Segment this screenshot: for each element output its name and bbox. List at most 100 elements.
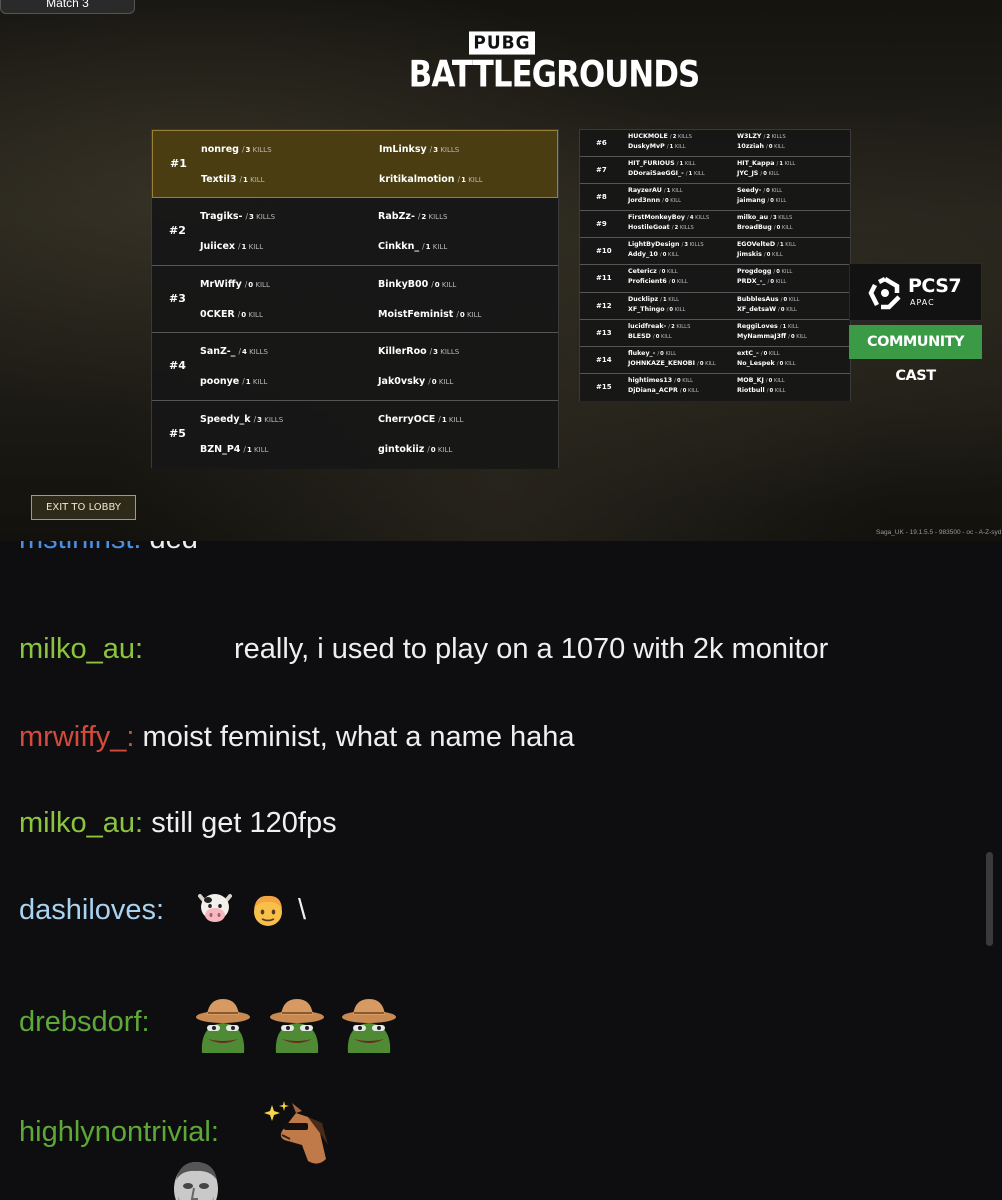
kill-count: 0 KILL [700,361,716,367]
team-row: #11 Cetericz/0 KILL Progdogg/0 KILL Profici… [580,265,850,293]
player-name: nonreg [201,144,239,155]
player-entry: CherryOCE/1 KILL [378,414,463,425]
player-name: Speedy_k [200,414,251,426]
kill-unit: KILL [781,269,793,276]
team-rank: #11 [596,274,612,283]
player-name: EGOVelteD [737,241,776,249]
player-name: gintokiiz [378,444,425,456]
player-entry: LightByDesign/3 KILLS [628,241,704,248]
chat-username[interactable]: mrwiffy_: [19,721,134,753]
kill-count: 0 KILL [770,279,786,285]
player-name: BLESD [628,332,651,340]
player-entry: Speedy_k/3 KILLS [200,414,283,425]
player-name: Ducklipz [628,295,659,303]
team-row: #12 Ducklipz/1 KILL BubblesAus/0 KILL XF_Th… [580,292,850,320]
kill-count: 0 KILL [763,171,779,177]
player-name: BinkyB00 [378,278,429,290]
kill-number: 0 [763,171,767,178]
player-name: HUCKMOLE [628,133,668,140]
player-entry: MyNammaJ3ff/0 KILL [737,333,807,340]
chat-scrollbar[interactable] [986,852,993,946]
chat-username[interactable]: highlynontrivial: [19,1116,219,1148]
chat-username[interactable]: mstininst: [19,541,141,555]
chat-message: mstininst: ded [19,541,198,556]
chat-username[interactable]: milko_au: [19,633,143,665]
separator: / [669,134,672,140]
player-entry: JYC_JS/0 KILL [737,170,779,177]
kill-number: 0 [459,310,465,319]
separator: / [237,309,241,319]
player-entry: Progdogg/0 KILL [737,268,792,275]
separator: / [457,175,461,184]
kill-number: 0 [248,280,254,289]
kill-count: 0 KILL [663,252,679,258]
player-entry: flukey_-/0 KILL [628,350,676,357]
kill-number: 0 [763,350,768,357]
kill-count: 0 KILL [660,351,676,357]
kill-number: 1 [662,296,667,303]
pcs7-region: APAC [910,298,935,307]
chat-username[interactable]: dashiloves: [19,894,164,926]
team-rank: #3 [169,291,186,305]
player-entry: Cetericz/0 KILL [628,268,678,275]
chat-message: dashiloves: [19,894,164,927]
kill-number: 3 [245,146,251,154]
kill-number: 0 [434,280,440,289]
player-entry: BubblesAus/0 KILL [737,296,799,303]
kill-unit: KILL [771,188,783,195]
kill-count: 0 KILL [769,378,785,384]
team-rank: #8 [596,193,607,202]
player-entry: gintokiiz/0 KILL [378,444,452,455]
player-entry: DuskyMvP/1 KILL [628,143,686,150]
kill-number: 0 [766,188,770,195]
separator: / [659,252,662,259]
player-entry: MOB_KJ/0 KILL [737,377,785,384]
team-rank: #12 [596,301,612,310]
separator: / [668,279,671,286]
team-row: #5 Speedy_k/3 KILLS CherryOCE/1 KILL BZN_P4… [152,401,558,469]
kill-unit: KILLS [252,146,272,154]
pubg-logo: PUBG BATTLEGROUNDS [396,31,700,95]
kill-number: 0 [776,225,781,232]
kill-count: 1 KILL [689,171,705,177]
kill-count: 3 KILLS [249,213,275,221]
chat-message: drebsdorf: [19,1006,150,1039]
kill-number: 2 [672,134,677,140]
kill-count: 2 KILLS [675,225,694,231]
kill-number: 1 [243,176,248,184]
kill-unit: KILLS [440,348,460,357]
kill-number: 1 [669,144,674,150]
kill-count: 0 KILL [241,311,263,319]
player-entry: kritikalmotion/1 KILL [379,174,483,185]
kill-unit: KILL [784,161,796,168]
team-rank: #15 [596,382,612,391]
kill-unit: KILL [441,280,457,289]
kill-unit: KILL [676,279,688,286]
kill-count: 2 KILLS [421,213,447,221]
player-entry: KillerRoo/3 KILLS [378,346,459,357]
chat-username[interactable]: drebsdorf: [19,1006,150,1038]
kill-number: 0 [699,360,704,367]
exit-to-lobby-button[interactable]: EXIT TO LOBBY [31,495,136,520]
player-name: Tragiks- [200,210,243,222]
player-name: Jord3nnn [628,197,661,205]
player-name: DDoraiSaeGGI_- [628,170,684,178]
player-name: Textil3 [201,174,237,185]
match-tab: Match 3 [0,0,135,14]
team-row: #7 HIT_FURIOUS/1 KILL HIT_Kappa/1 KILL DDor… [580,157,850,185]
kill-number: 1 [461,176,466,184]
player-entry: W3LZY/2 KILLS [737,133,786,140]
team-row: #1 nonreg/3 KILLS ImLinksy/3 KILLS Textil3/… [152,130,558,198]
kill-number: 0 [671,279,676,286]
kill-unit: KILLS [249,348,268,357]
chat-username[interactable]: milko_au: [19,807,143,839]
player-name: CherryOCE [378,414,436,426]
player-entry: HUCKMOLE/2 KILLS [628,133,692,140]
kill-number: 0 [766,252,771,259]
chat-message: mrwiffy_: moist feminist, what a name ha… [19,721,575,754]
kill-unit: KILL [768,350,780,357]
player-entry: ReggiLoves/1 KILL [737,323,799,330]
separator: / [765,377,768,384]
kill-unit: KILLS [677,134,692,140]
player-entry: 0CKER/0 KILL [200,309,263,320]
